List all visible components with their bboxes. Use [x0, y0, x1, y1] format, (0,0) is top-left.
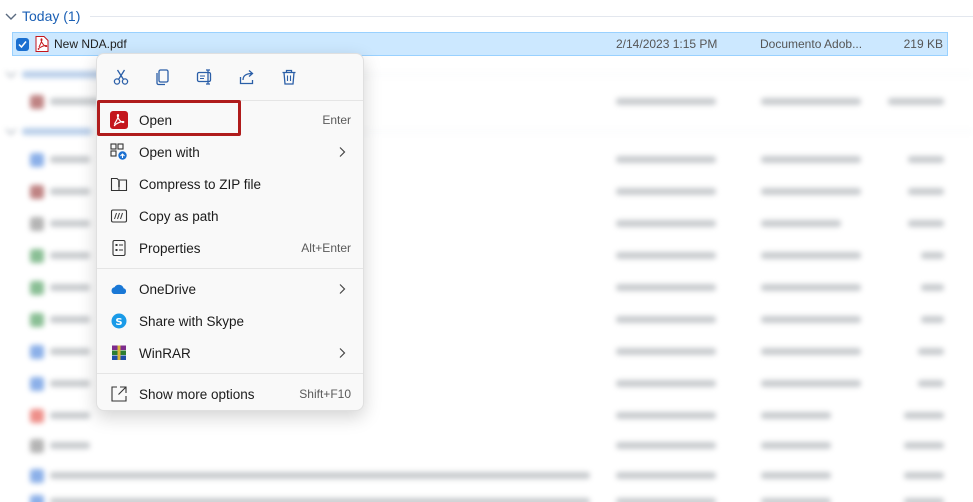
skype-icon: S: [110, 312, 128, 330]
row-checkbox[interactable]: [16, 37, 29, 51]
chevron-down-icon: [5, 71, 17, 78]
chevron-right-icon: [339, 147, 346, 157]
menu-item-label: Show more options: [139, 386, 255, 402]
chevron-right-icon: [339, 284, 346, 294]
menu-item-show-more-options[interactable]: Show more options Shift+F10: [101, 378, 359, 410]
zip-icon: [110, 175, 128, 193]
rename-button[interactable]: [185, 60, 225, 94]
file-type: Documento Adob...: [760, 37, 863, 51]
menu-item-label: Compress to ZIP file: [139, 176, 262, 192]
properties-icon: [110, 239, 128, 257]
menu-item-label: Share with Skype: [139, 313, 245, 329]
more-options-icon: [110, 385, 128, 403]
file-size: 219 KB: [903, 37, 943, 51]
menu-item-copy-as-path[interactable]: Copy as path: [101, 200, 359, 232]
delete-icon: [282, 69, 296, 85]
chevron-down-icon: [5, 128, 17, 135]
svg-text:S: S: [115, 317, 122, 328]
menu-item-onedrive[interactable]: OneDrive: [101, 273, 359, 305]
checkmark-icon: [18, 40, 27, 48]
file-explorer-view: Today (1) New NDA.pdf 2/14/2023 1:15 PM …: [0, 0, 973, 502]
winrar-icon: [110, 344, 128, 362]
menu-item-label: Properties: [139, 240, 201, 256]
menu-item-shortcut: Shift+F10: [299, 387, 351, 401]
menu-item-shortcut: Alt+Enter: [301, 241, 351, 255]
menu-item-open-with[interactable]: Open with: [101, 136, 359, 168]
menu-item-properties[interactable]: Properties Alt+Enter: [101, 232, 359, 264]
menu-separator: [97, 373, 363, 374]
menu-item-winrar[interactable]: WinRAR: [101, 337, 359, 369]
copy-icon: [156, 69, 169, 86]
list-item[interactable]: [26, 466, 948, 486]
cut-button[interactable]: [101, 60, 141, 94]
menu-item-compress-zip[interactable]: Compress to ZIP file: [101, 168, 359, 200]
copy-button[interactable]: [143, 60, 183, 94]
cut-icon: [113, 69, 129, 85]
menu-item-share-skype[interactable]: S Share with Skype: [101, 305, 359, 337]
pdf-icon: [35, 36, 49, 52]
copy-path-icon: [110, 207, 128, 225]
group-header-label: Today (1): [22, 8, 81, 24]
file-date: 2/14/2023 1:15 PM: [616, 37, 718, 51]
context-menu-toolbar: [97, 54, 363, 100]
menu-item-label: WinRAR: [139, 345, 191, 361]
menu-separator: [97, 268, 363, 269]
menu-item-label: Copy as path: [139, 208, 219, 224]
group-header-today[interactable]: Today (1): [0, 5, 973, 27]
delete-button[interactable]: [269, 60, 309, 94]
rename-icon: [196, 69, 212, 85]
menu-item-label: Open with: [139, 144, 200, 160]
menu-item-label: OneDrive: [139, 281, 197, 297]
file-name: New NDA.pdf: [54, 37, 127, 51]
menu-item-shortcut: Enter: [322, 113, 351, 127]
open-with-icon: [110, 143, 128, 161]
list-item[interactable]: [26, 436, 948, 456]
chevron-right-icon: [339, 348, 346, 358]
chevron-down-icon: [5, 13, 17, 20]
share-button[interactable]: [227, 60, 267, 94]
share-icon: [239, 70, 254, 85]
onedrive-icon: [110, 280, 128, 298]
list-item[interactable]: [26, 492, 948, 502]
annotation-highlight-box: [97, 100, 241, 136]
group-divider: [90, 15, 973, 17]
